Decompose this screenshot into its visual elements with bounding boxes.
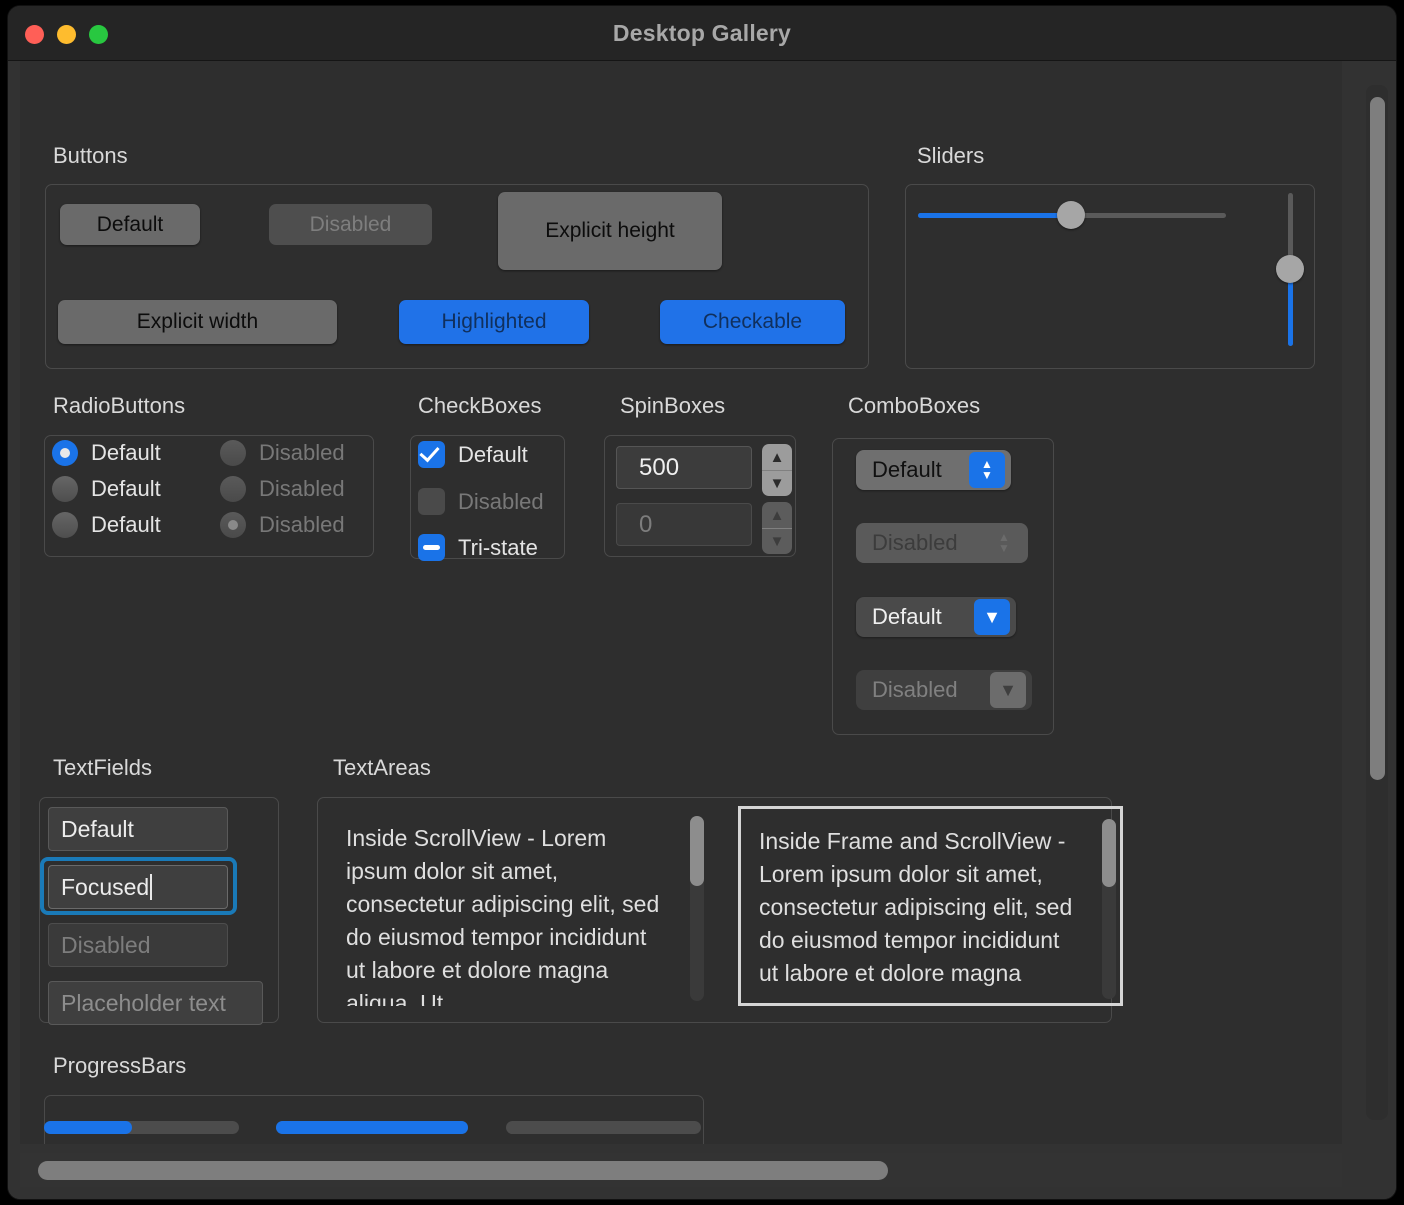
- vertical-scrollbar[interactable]: [1366, 85, 1388, 1120]
- checkboxes-section-label: CheckBoxes: [418, 393, 542, 419]
- horizontal-scrollbar-thumb[interactable]: [38, 1161, 888, 1180]
- spinbox-disabled-field: 0: [616, 503, 752, 546]
- combobox-label: Disabled: [856, 530, 986, 556]
- textfields-section-label: TextFields: [53, 755, 152, 781]
- gallery-content: Buttons Default Disabled Explicit height…: [20, 61, 1342, 1144]
- content-viewport: Buttons Default Disabled Explicit height…: [20, 61, 1342, 1144]
- combobox-label: Default: [856, 457, 969, 483]
- checkbox-disabled: Disabled: [418, 488, 544, 515]
- checkbox-label: Tri-state: [458, 535, 538, 561]
- radio-label: Default: [91, 476, 161, 502]
- spinboxes-section-label: SpinBoxes: [620, 393, 725, 419]
- checkbox-unchecked-icon: [418, 488, 445, 515]
- radio-icon[interactable]: [52, 440, 78, 466]
- spinbox-value-field[interactable]: 500: [616, 446, 752, 489]
- spinbox-up-icon[interactable]: ▲: [762, 444, 792, 470]
- button-checkable[interactable]: Checkable: [660, 300, 845, 344]
- radio-disabled-2: Disabled: [220, 476, 345, 502]
- textarea-scrollbar[interactable]: [1102, 819, 1116, 999]
- textareas-section-label: TextAreas: [333, 755, 431, 781]
- textarea-scrollbar[interactable]: [690, 816, 704, 1001]
- buttons-section-label: Buttons: [53, 143, 128, 169]
- progressbars-section-label: ProgressBars: [53, 1053, 186, 1079]
- spinbox-down-icon: ▼: [762, 528, 792, 554]
- radio-label: Default: [91, 512, 161, 538]
- textarea-scrollview[interactable]: Inside ScrollView - Lorem ipsum dolor si…: [328, 806, 708, 1006]
- radio-icon: [220, 512, 246, 538]
- checkbox-label: Disabled: [458, 489, 544, 515]
- textfield-focused-value: Focused: [61, 874, 149, 901]
- textarea-frame-scrollview-text[interactable]: Inside Frame and ScrollView - Lorem ipsu…: [741, 809, 1120, 1003]
- window-title: Desktop Gallery: [8, 6, 1396, 61]
- vertical-scrollbar-thumb[interactable]: [1370, 97, 1385, 780]
- progressbar-full: [276, 1121, 468, 1134]
- textfield-disabled: Disabled: [48, 923, 228, 967]
- textfield-focused[interactable]: Focused: [48, 865, 228, 909]
- radiobuttons-section-label: RadioButtons: [53, 393, 185, 419]
- textarea-scrollbar-thumb[interactable]: [690, 816, 704, 886]
- progressbar-empty: [506, 1121, 701, 1134]
- chevron-down-icon[interactable]: ▼: [974, 599, 1010, 635]
- checkbox-default[interactable]: Default: [418, 441, 528, 468]
- combobox-disabled-popup: Disabled ▲▼: [856, 523, 1028, 563]
- progressbar-partial: [44, 1121, 239, 1134]
- radio-disabled-3: Disabled: [220, 512, 345, 538]
- sliders-section-label: Sliders: [917, 143, 984, 169]
- button-default[interactable]: Default: [60, 204, 200, 245]
- checkbox-partial-icon[interactable]: [418, 534, 445, 561]
- spinbox-up-icon: ▲: [762, 502, 792, 528]
- combobox-label: Disabled: [856, 677, 990, 703]
- checkbox-tristate[interactable]: Tri-state: [418, 534, 538, 561]
- comboboxes-section-label: ComboBoxes: [848, 393, 980, 419]
- button-explicit-width[interactable]: Explicit width: [58, 300, 337, 344]
- textfield-default[interactable]: Default: [48, 807, 228, 851]
- chevron-updown-icon[interactable]: ▲▼: [969, 452, 1005, 488]
- chevron-updown-icon: ▲▼: [986, 525, 1022, 561]
- spinbox-disabled-stepper: ▲ ▼: [762, 502, 792, 554]
- radio-icon[interactable]: [52, 512, 78, 538]
- combobox-label: Default: [856, 604, 974, 630]
- text-caret: [150, 874, 152, 900]
- button-disabled: Disabled: [269, 204, 432, 245]
- button-explicit-height[interactable]: Explicit height: [498, 192, 722, 270]
- combobox-default-popup[interactable]: Default ▲▼: [856, 450, 1011, 490]
- progressbars-groupbox: [44, 1095, 704, 1144]
- vertical-slider-handle[interactable]: [1276, 255, 1304, 283]
- horizontal-slider-handle[interactable]: [1057, 201, 1085, 229]
- textarea-scrollview-text[interactable]: Inside ScrollView - Lorem ipsum dolor si…: [328, 806, 708, 1006]
- textfield-placeholder[interactable]: Placeholder text: [48, 981, 263, 1025]
- radio-default-2[interactable]: Default: [52, 476, 161, 502]
- button-highlighted[interactable]: Highlighted: [399, 300, 589, 344]
- radio-default-1[interactable]: Default: [52, 440, 161, 466]
- chevron-down-icon: ▼: [990, 672, 1026, 708]
- checkbox-label: Default: [458, 442, 528, 468]
- progressbar-full-fill: [276, 1121, 468, 1134]
- radio-icon: [220, 440, 246, 466]
- sliders-groupbox: [905, 184, 1315, 369]
- radio-disabled-1: Disabled: [220, 440, 345, 466]
- textarea-scrollbar-thumb[interactable]: [1102, 819, 1116, 887]
- application-window: Desktop Gallery Buttons Default Disabled…: [8, 6, 1396, 1199]
- radio-label: Default: [91, 440, 161, 466]
- radio-label: Disabled: [259, 440, 345, 466]
- title-bar: Desktop Gallery: [8, 6, 1396, 61]
- spinbox-down-icon[interactable]: ▼: [762, 470, 792, 496]
- radio-icon: [220, 476, 246, 502]
- horizontal-slider-fill: [918, 213, 1070, 218]
- combobox-default-dropdown[interactable]: Default ▼: [856, 597, 1016, 637]
- combobox-disabled-dropdown: Disabled ▼: [856, 670, 1032, 710]
- main-scroll-area: Buttons Default Disabled Explicit height…: [8, 61, 1396, 1199]
- progressbar-partial-fill: [44, 1121, 132, 1134]
- checkbox-checked-icon[interactable]: [418, 441, 445, 468]
- spinbox-stepper[interactable]: ▲ ▼: [762, 444, 792, 496]
- radio-default-3[interactable]: Default: [52, 512, 161, 538]
- radio-icon[interactable]: [52, 476, 78, 502]
- horizontal-scrollbar[interactable]: [20, 1153, 1342, 1187]
- textarea-frame-scrollview[interactable]: Inside Frame and ScrollView - Lorem ipsu…: [738, 806, 1123, 1006]
- radio-label: Disabled: [259, 476, 345, 502]
- radio-label: Disabled: [259, 512, 345, 538]
